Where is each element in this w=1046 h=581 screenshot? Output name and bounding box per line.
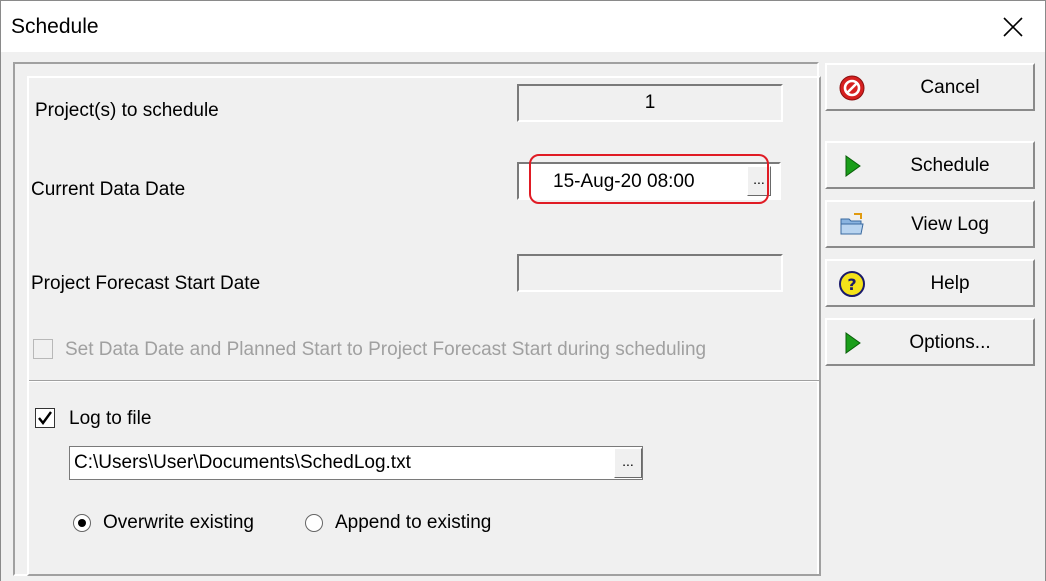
play-icon [845, 155, 861, 177]
dialog-body: Project(s) to schedule 1 Current Data Da… [0, 52, 1046, 581]
window-title: Schedule [11, 15, 99, 38]
set-data-date-checkbox-label: Set Data Date and Planned Start to Proje… [65, 339, 707, 360]
cancel-button[interactable]: Cancel [825, 63, 1035, 111]
view-log-label: View Log [911, 214, 989, 235]
forecast-start-label: Project Forecast Start Date [31, 273, 261, 294]
set-data-date-checkbox[interactable] [33, 339, 53, 359]
folder-icon [840, 213, 864, 235]
data-date-label: Current Data Date [31, 179, 186, 200]
log-path-browse-button[interactable]: ... [614, 448, 642, 478]
help-label: Help [930, 273, 970, 294]
view-log-button[interactable]: View Log [825, 200, 1035, 248]
title-bar: Schedule [0, 0, 1046, 52]
settings-group: Project(s) to schedule 1 Current Data Da… [13, 62, 821, 576]
projects-label: Project(s) to schedule [35, 100, 219, 121]
log-path-input[interactable]: C:\Users\User\Documents\SchedLog.txt ... [69, 446, 643, 480]
options-label: Options... [909, 332, 991, 353]
log-to-file-checkbox[interactable] [35, 408, 55, 428]
play-icon [845, 332, 861, 354]
overwrite-label: Overwrite existing [103, 512, 254, 533]
settings-inner-panel: Project(s) to schedule 1 Current Data Da… [27, 76, 821, 576]
svg-text:?: ? [847, 275, 856, 294]
section-divider [29, 380, 819, 382]
cancel-label: Cancel [920, 77, 980, 98]
append-label: Append to existing [335, 512, 492, 533]
radio-selected-dot [78, 519, 86, 527]
options-button[interactable]: Options... [825, 318, 1035, 366]
close-icon [1003, 17, 1023, 37]
projects-count-field: 1 [517, 84, 783, 122]
help-icon: ? [839, 271, 865, 297]
help-button[interactable]: ? Help [825, 259, 1035, 307]
highlight-annotation [529, 154, 769, 204]
schedule-label: Schedule [910, 155, 990, 176]
close-button[interactable] [995, 11, 1031, 43]
overwrite-radio[interactable] [73, 514, 91, 532]
append-radio[interactable] [305, 514, 323, 532]
checkmark-icon [38, 411, 52, 425]
forecast-start-field [517, 254, 783, 292]
log-path-value: C:\Users\User\Documents\SchedLog.txt [74, 452, 411, 473]
log-to-file-label: Log to file [69, 408, 152, 429]
cancel-icon [839, 75, 865, 101]
schedule-button[interactable]: Schedule [825, 141, 1035, 189]
